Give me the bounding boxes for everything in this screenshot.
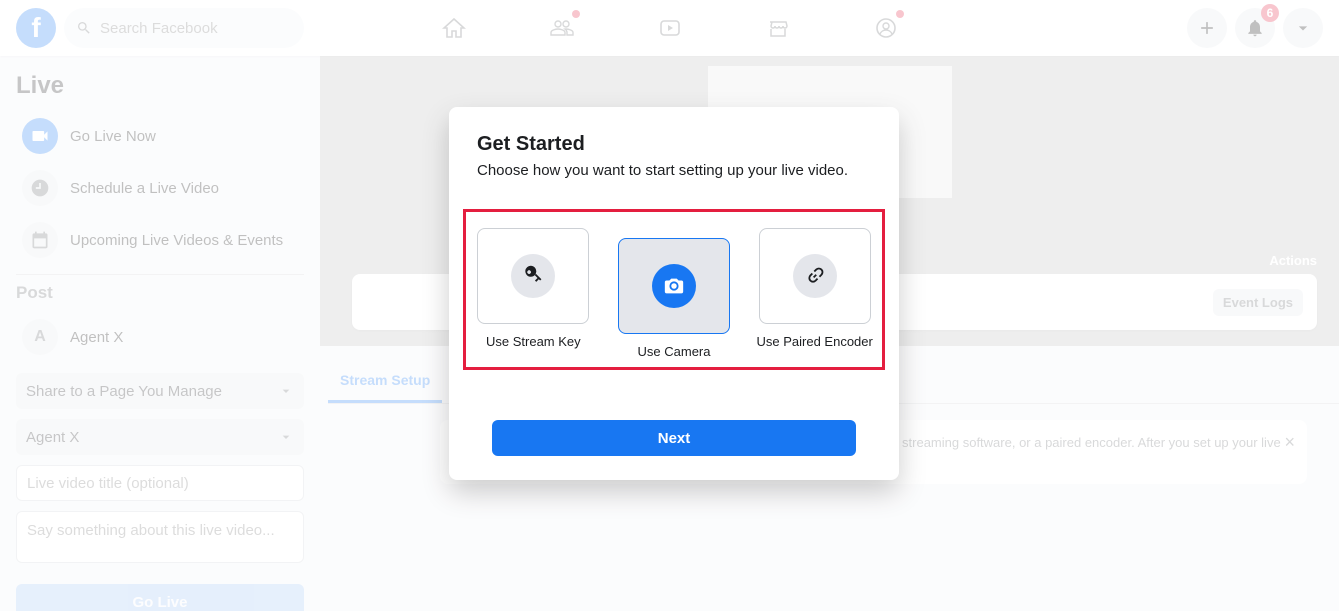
- option-use-camera[interactable]: Use Camera: [615, 228, 734, 359]
- camera-icon: [652, 264, 696, 308]
- options-highlight: Use Stream Key Use Camera Use Paired Enc…: [463, 209, 885, 370]
- option-paired-encoder[interactable]: Use Paired Encoder: [755, 228, 874, 359]
- link-icon: [793, 254, 837, 298]
- option-label: Use Paired Encoder: [757, 334, 873, 349]
- option-stream-key[interactable]: Use Stream Key: [474, 228, 593, 359]
- option-label: Use Camera: [638, 344, 711, 359]
- key-icon: [511, 254, 555, 298]
- modal-title: Get Started: [477, 133, 871, 156]
- next-button[interactable]: Next: [492, 420, 856, 456]
- get-started-modal: Get Started Choose how you want to start…: [449, 107, 899, 480]
- modal-subtitle: Choose how you want to start setting up …: [477, 162, 871, 179]
- option-label: Use Stream Key: [486, 334, 581, 349]
